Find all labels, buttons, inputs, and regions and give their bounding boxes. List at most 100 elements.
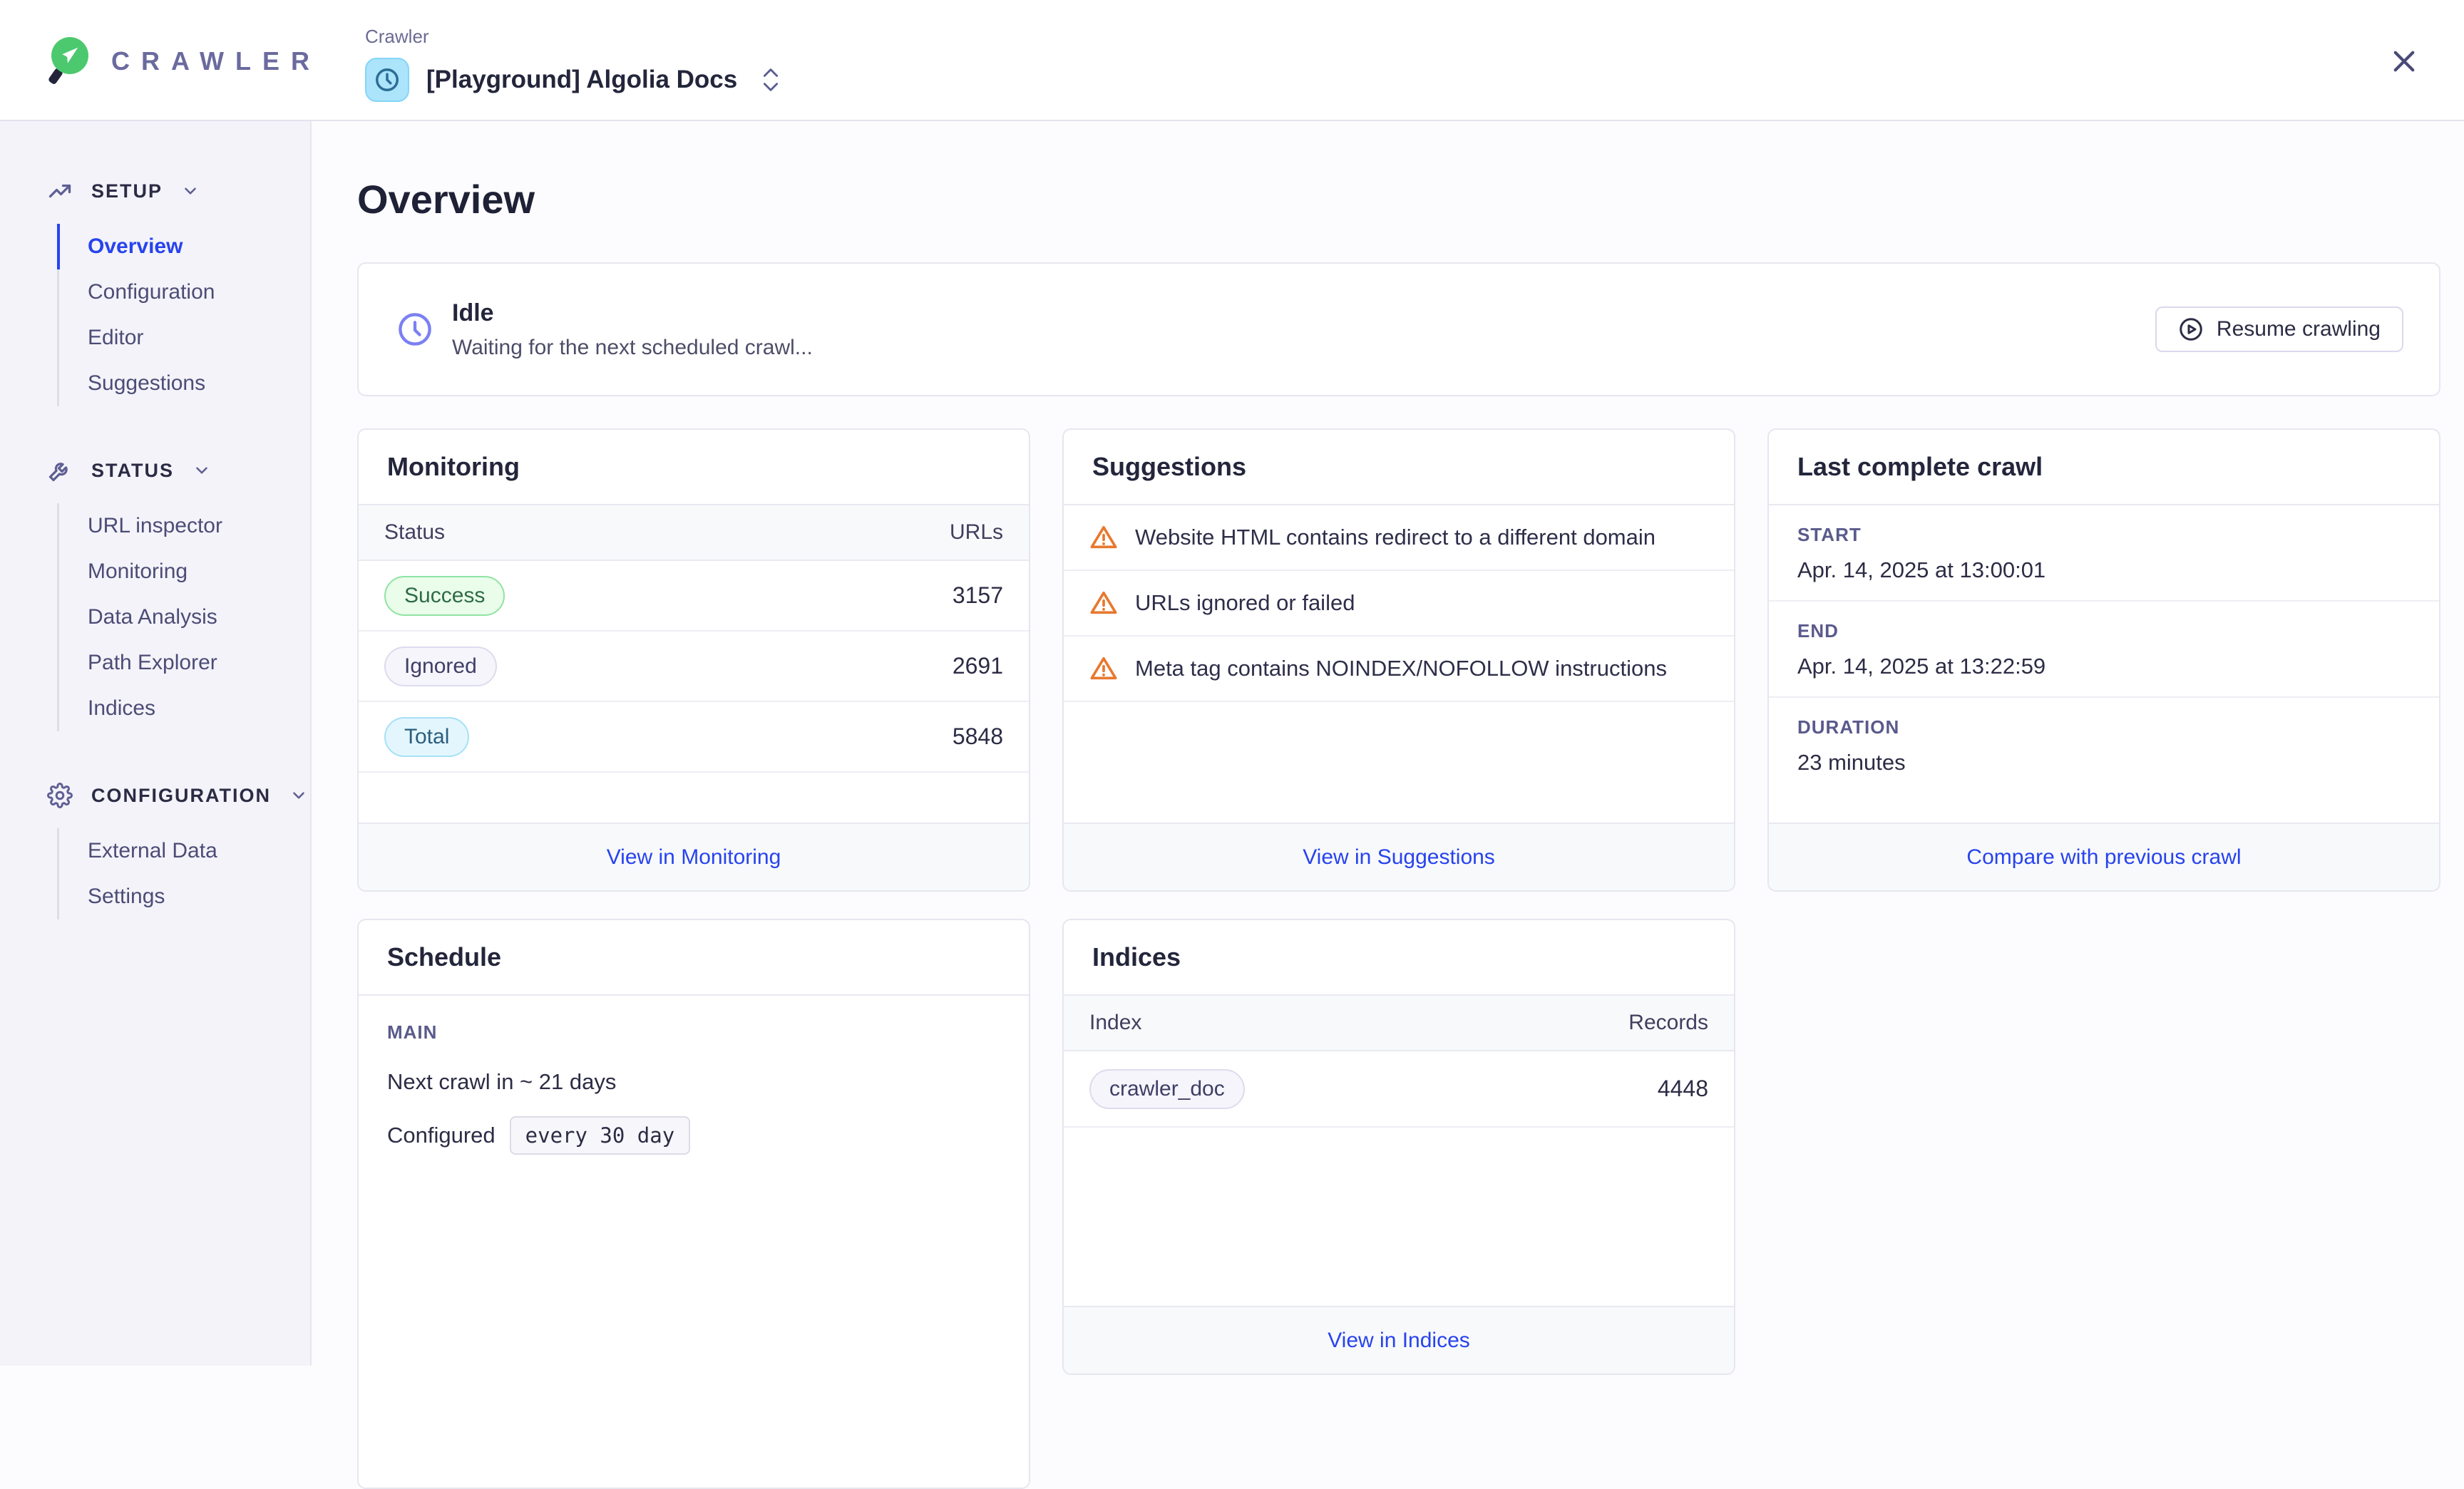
clock-icon (396, 311, 433, 348)
records-count: 4448 (1658, 1076, 1708, 1102)
suggestions-card-footer: View in Suggestions (1064, 823, 1734, 890)
column-urls: URLs (950, 520, 1003, 545)
monitoring-card-title: Monitoring (359, 430, 1029, 505)
status-badge-ignored: Ignored (384, 646, 497, 686)
suggestion-item[interactable]: Website HTML contains redirect to a diff… (1064, 505, 1734, 571)
duration-label: DURATION (1797, 716, 2411, 738)
crawl-status-card: Idle Waiting for the next scheduled craw… (357, 262, 2440, 396)
indices-card-footer: View in Indices (1064, 1306, 1734, 1374)
warning-triangle-icon (1089, 589, 1118, 617)
sidebar-item-data-analysis[interactable]: Data Analysis (59, 594, 310, 640)
crawl-status-title: Idle (452, 299, 813, 327)
duration-value: 23 minutes (1797, 750, 2411, 776)
suggestion-text: Website HTML contains redirect to a diff… (1135, 525, 1655, 550)
end-value: Apr. 14, 2025 at 13:22:59 (1797, 654, 2411, 679)
sidebar-section-configuration: CONFIGURATION External Data Settings (0, 776, 310, 919)
suggestions-card: Suggestions Website HTML contains redire… (1062, 428, 1735, 892)
last-crawl-card: Last complete crawl START Apr. 14, 2025 … (1767, 428, 2440, 892)
sidebar-section-setup-header[interactable]: SETUP (0, 171, 310, 211)
page-title: Overview (357, 178, 2440, 221)
play-circle-icon (2178, 316, 2204, 342)
monitoring-card: Monitoring Status URLs Success 3157 Igno… (357, 428, 1030, 892)
configured-label: Configured (387, 1123, 496, 1148)
crawler-logo: CRAWLER (47, 37, 321, 86)
compare-previous-crawl-link[interactable]: Compare with previous crawl (1966, 845, 2241, 870)
last-crawl-start: START Apr. 14, 2025 at 13:00:01 (1769, 505, 2439, 602)
suggestion-item[interactable]: URLs ignored or failed (1064, 571, 1734, 637)
resume-crawling-label: Resume crawling (2217, 317, 2381, 341)
crawl-status-subtitle: Waiting for the next scheduled crawl... (452, 336, 813, 360)
last-crawl-card-footer: Compare with previous crawl (1769, 823, 2439, 890)
table-row[interactable]: Ignored 2691 (359, 632, 1029, 702)
sidebar-item-editor[interactable]: Editor (59, 315, 310, 361)
sidebar-item-monitoring[interactable]: Monitoring (59, 549, 310, 594)
sidebar-section-configuration-header[interactable]: CONFIGURATION (0, 776, 310, 815)
sidebar-item-indices[interactable]: Indices (59, 686, 310, 731)
column-status: Status (384, 520, 445, 545)
main-content: Overview Idle Waiting for the next sched… (312, 121, 2464, 1366)
warning-triangle-icon (1089, 654, 1118, 683)
crawler-name: [Playground] Algolia Docs (426, 66, 737, 94)
sidebar-section-status-header[interactable]: STATUS (0, 450, 310, 490)
paper-plane-icon (59, 45, 81, 66)
crawler-select-control[interactable]: [Playground] Algolia Docs (365, 58, 780, 102)
last-crawl-card-title: Last complete crawl (1769, 430, 2439, 505)
section-label: STATUS (91, 460, 174, 482)
section-label: SETUP (91, 180, 163, 202)
sidebar-item-suggestions[interactable]: Suggestions (59, 361, 310, 406)
indices-card: Indices Index Records crawler_doc 4448 V… (1062, 919, 1735, 1375)
crawler-select-label: Crawler (365, 26, 780, 48)
status-badge-success: Success (384, 576, 505, 616)
urls-count: 2691 (953, 653, 1003, 679)
urls-count: 5848 (953, 723, 1003, 750)
sidebar-item-external-data[interactable]: External Data (59, 828, 310, 874)
view-in-suggestions-link[interactable]: View in Suggestions (1303, 845, 1495, 870)
status-badge-total: Total (384, 717, 469, 757)
gear-icon (47, 783, 73, 808)
suggestion-text: URLs ignored or failed (1135, 590, 1355, 616)
monitoring-table-header: Status URLs (359, 505, 1029, 561)
suggestions-card-title: Suggestions (1064, 430, 1734, 505)
table-row[interactable]: Success 3157 (359, 561, 1029, 632)
wrench-icon (47, 458, 73, 483)
view-in-monitoring-link[interactable]: View in Monitoring (607, 845, 781, 870)
close-icon[interactable] (2388, 46, 2420, 77)
crawler-selector: Crawler [Playground] Algolia Docs (365, 26, 780, 102)
clock-icon (374, 66, 401, 93)
schedule-card-title: Schedule (359, 920, 1029, 996)
warning-triangle-icon (1089, 523, 1118, 552)
monitoring-card-footer: View in Monitoring (359, 823, 1029, 890)
sidebar-item-settings[interactable]: Settings (59, 874, 310, 919)
indices-card-title: Indices (1064, 920, 1734, 996)
crawl-status: Idle Waiting for the next scheduled craw… (396, 299, 813, 360)
trending-up-icon (47, 178, 73, 204)
suggestion-text: Meta tag contains NOINDEX/NOFOLLOW instr… (1135, 656, 1667, 681)
next-crawl-text: Next crawl in ~ 21 days (387, 1069, 1000, 1095)
section-label: CONFIGURATION (91, 785, 271, 807)
view-in-indices-link[interactable]: View in Indices (1328, 1329, 1470, 1353)
sidebar-item-configuration[interactable]: Configuration (59, 269, 310, 315)
start-value: Apr. 14, 2025 at 13:00:01 (1797, 557, 2411, 583)
last-crawl-end: END Apr. 14, 2025 at 13:22:59 (1769, 602, 2439, 698)
sidebar-section-setup: SETUP Overview Configuration Editor Sugg… (0, 171, 310, 406)
sidebar: SETUP Overview Configuration Editor Sugg… (0, 121, 312, 1366)
sidebar-item-path-explorer[interactable]: Path Explorer (59, 640, 310, 686)
indices-table-header: Index Records (1064, 996, 1734, 1051)
column-index: Index (1089, 1011, 1141, 1035)
schedule-card: Schedule MAIN Next crawl in ~ 21 days Co… (357, 919, 1030, 1489)
chevron-down-icon (181, 182, 200, 200)
schedule-body: MAIN Next crawl in ~ 21 days Configured … (359, 996, 1029, 1180)
suggestion-item[interactable]: Meta tag contains NOINDEX/NOFOLLOW instr… (1064, 637, 1734, 702)
chevron-down-icon (192, 461, 211, 480)
resume-crawling-button[interactable]: Resume crawling (2155, 306, 2403, 352)
end-label: END (1797, 620, 2411, 642)
sidebar-item-overview[interactable]: Overview (59, 224, 310, 269)
table-row[interactable]: crawler_doc 4448 (1064, 1051, 1734, 1128)
table-row[interactable]: Total 5848 (359, 702, 1029, 773)
urls-count: 3157 (953, 582, 1003, 609)
chevrons-up-down-icon (761, 68, 780, 92)
start-label: START (1797, 524, 2411, 546)
sidebar-item-url-inspector[interactable]: URL inspector (59, 503, 310, 549)
logo-text: CRAWLER (111, 46, 321, 76)
crawler-avatar (365, 58, 409, 102)
